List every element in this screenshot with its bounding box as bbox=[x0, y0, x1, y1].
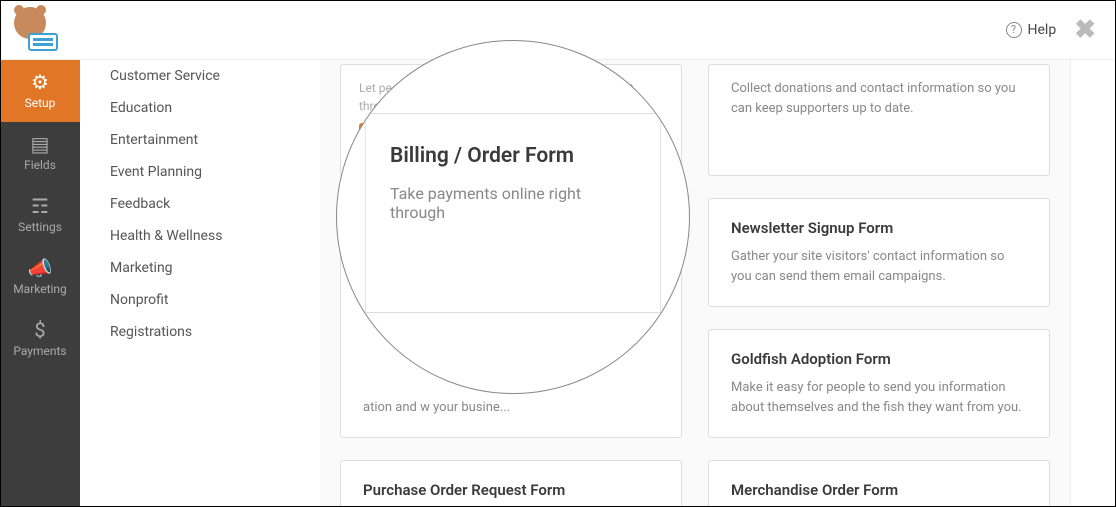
wpforms-logo bbox=[10, 5, 60, 55]
fields-icon: ▤ bbox=[31, 134, 50, 154]
cat-registrations[interactable]: Registrations bbox=[110, 316, 290, 348]
magnified-card: Billing / Order Form Take payments onlin… bbox=[365, 113, 661, 313]
nav-setup[interactable]: ⚙ Setup bbox=[0, 60, 80, 122]
sliders-icon: ☶ bbox=[31, 196, 49, 216]
gear-icon: ⚙ bbox=[31, 72, 49, 92]
card-desc: ation and w your busine... bbox=[363, 398, 510, 418]
template-card-purchase-order[interactable]: Purchase Order Request Form Let your emp… bbox=[340, 460, 682, 507]
magnified-title: Billing / Order Form bbox=[390, 144, 636, 168]
cat-education[interactable]: Education bbox=[110, 92, 290, 124]
template-card-goldfish[interactable]: Goldfish Adoption Form Make it easy for … bbox=[708, 329, 1050, 438]
right-gutter bbox=[1070, 60, 1116, 507]
card-desc: Collect donations and contact informatio… bbox=[731, 79, 1027, 118]
card-desc: Gather your site visitors' contact infor… bbox=[731, 247, 1027, 286]
cat-customer-service[interactable]: Customer Service bbox=[110, 60, 290, 92]
card-title: Newsletter Signup Form bbox=[731, 219, 1027, 237]
category-list: Customer Service Education Entertainment… bbox=[80, 60, 320, 507]
cat-nonprofit[interactable]: Nonprofit bbox=[110, 284, 290, 316]
help-label: Help bbox=[1028, 22, 1057, 38]
cat-feedback[interactable]: Feedback bbox=[110, 188, 290, 220]
cat-health-wellness[interactable]: Health & Wellness bbox=[110, 220, 290, 252]
close-icon[interactable]: ✖ bbox=[1074, 17, 1096, 43]
nav-payments[interactable]: $ Payments bbox=[0, 308, 80, 370]
cat-marketing[interactable]: Marketing bbox=[110, 252, 290, 284]
nav-settings[interactable]: ☶ Settings bbox=[0, 184, 80, 246]
magnified-desc: Take payments online right through bbox=[390, 184, 636, 222]
card-title: Goldfish Adoption Form bbox=[731, 350, 1027, 368]
cat-event-planning[interactable]: Event Planning bbox=[110, 156, 290, 188]
template-card-donation[interactable]: Collect donations and contact informatio… bbox=[708, 64, 1050, 176]
template-card-newsletter[interactable]: Newsletter Signup Form Gather your site … bbox=[708, 198, 1050, 307]
nav-marketing[interactable]: 📣 Marketing bbox=[0, 246, 80, 308]
magnifier-lens: Billing / Order Form Take payments onlin… bbox=[336, 40, 690, 394]
template-card-merchandise[interactable]: Merchandise Order Form Use this template… bbox=[708, 460, 1050, 507]
dollar-icon: $ bbox=[34, 320, 45, 340]
help-link[interactable]: ? Help bbox=[1006, 22, 1057, 38]
bullhorn-icon: 📣 bbox=[28, 258, 53, 278]
card-title: Merchandise Order Form bbox=[731, 481, 1027, 499]
card-title: Purchase Order Request Form bbox=[363, 481, 659, 499]
nav-fields[interactable]: ▤ Fields bbox=[0, 122, 80, 184]
help-icon: ? bbox=[1006, 22, 1022, 38]
left-nav: ⚙ Setup ▤ Fields ☶ Settings 📣 Marketing … bbox=[0, 60, 80, 507]
cat-entertainment[interactable]: Entertainment bbox=[110, 124, 290, 156]
card-desc: Make it easy for people to send you info… bbox=[731, 378, 1027, 417]
